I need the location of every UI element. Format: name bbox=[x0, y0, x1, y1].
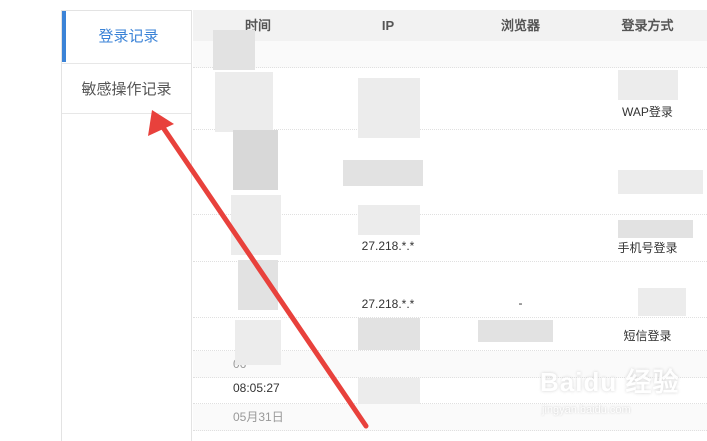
baidu-jingyan-watermark: Baidu 经验 jingyan.baidu.com bbox=[538, 360, 703, 435]
watermark-brand: Baidu 经验 bbox=[540, 367, 680, 397]
watermark-url: jingyan.baidu.com bbox=[542, 404, 631, 416]
